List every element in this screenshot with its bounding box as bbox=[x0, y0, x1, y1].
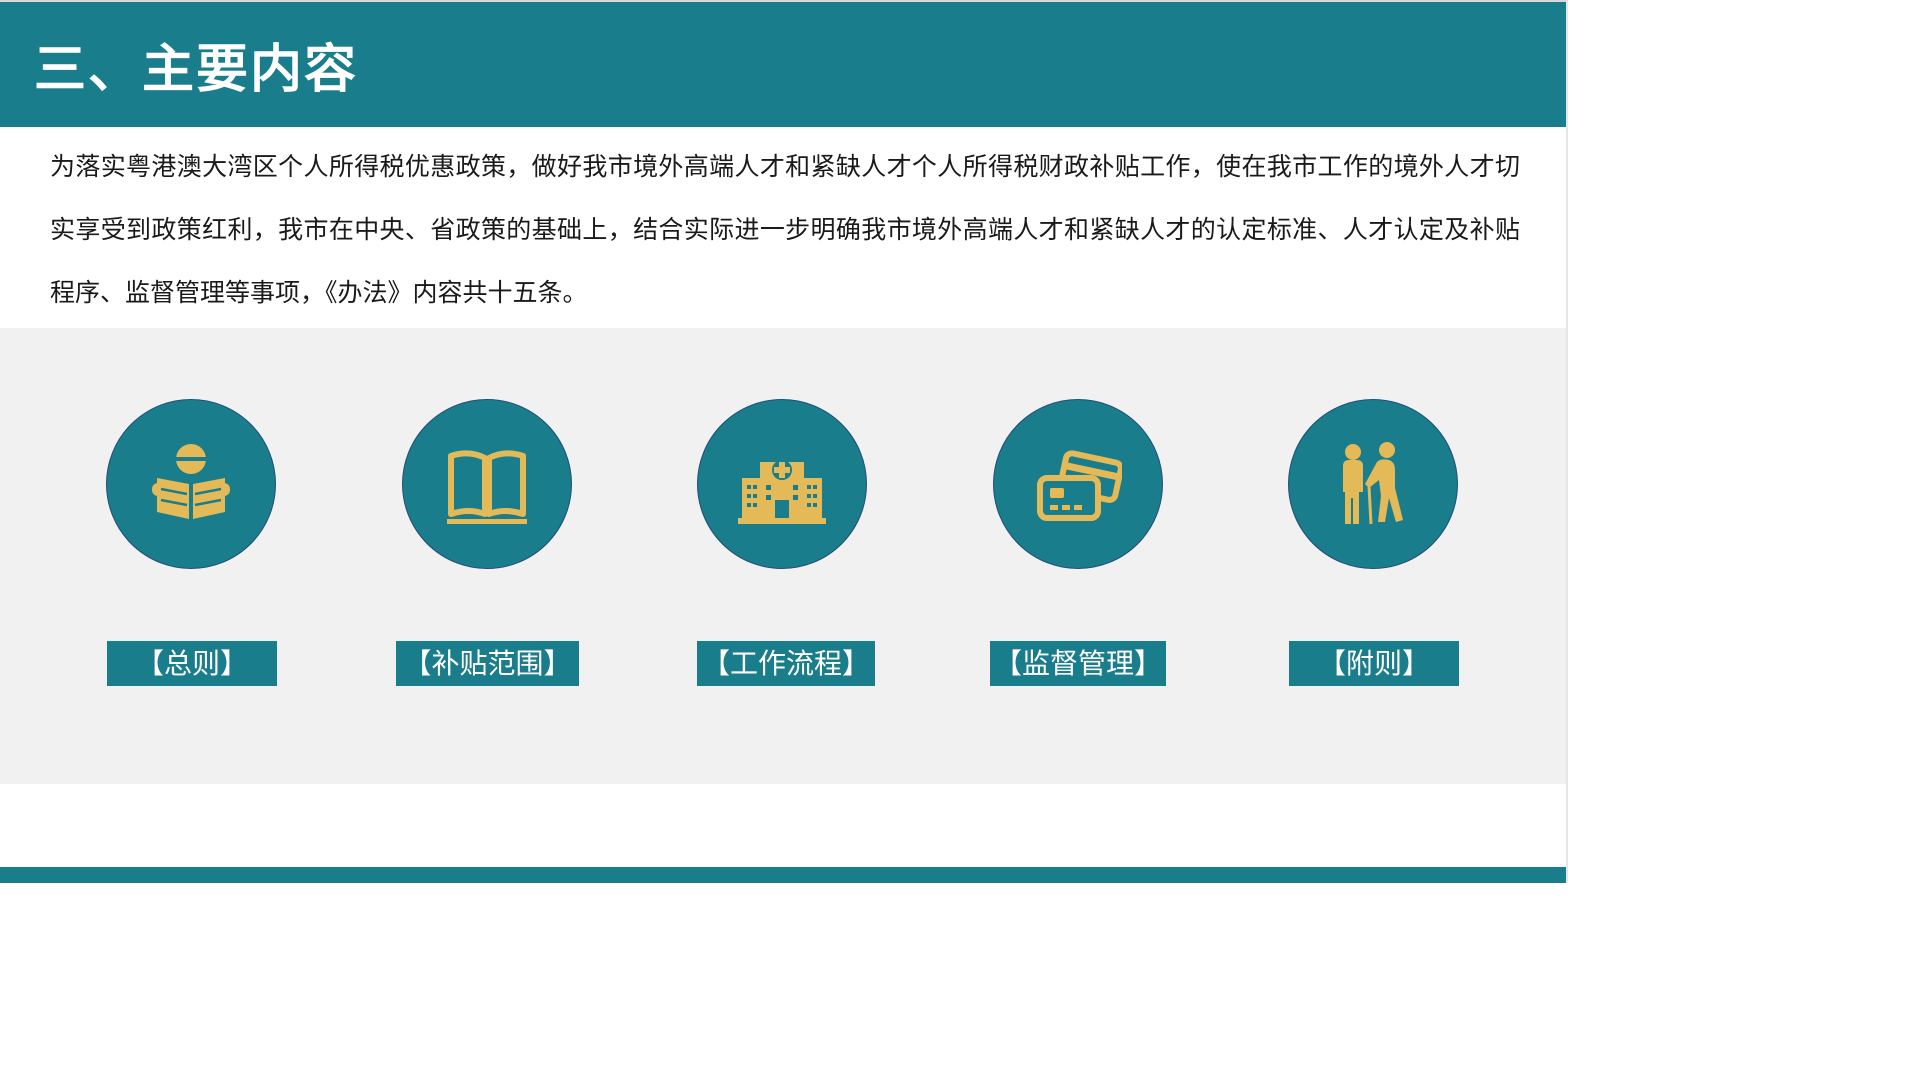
section-icon-circle[interactable] bbox=[402, 399, 572, 569]
reading-person-icon bbox=[152, 444, 230, 519]
intro-paragraph: 为落实粤港澳大湾区个人所得税优惠政策，做好我市境外高端人才和紧缺人才个人所得税财… bbox=[50, 152, 1520, 307]
open-book-icon bbox=[447, 450, 527, 524]
section-icon-circle[interactable] bbox=[106, 399, 276, 569]
section-label[interactable]: 【附则】 bbox=[1289, 641, 1459, 686]
assisting-elderly-icon bbox=[1343, 442, 1403, 525]
section-item-general[interactable]: 【总则】 bbox=[72, 328, 312, 784]
section-label[interactable]: 【总则】 bbox=[107, 641, 277, 686]
sections-panel: 【总则】 【补贴范围】 【工作流程】 【监督管理】 【附则】 bbox=[0, 328, 1568, 784]
section-icon-circle[interactable] bbox=[697, 399, 867, 569]
section-item-workflow[interactable]: 【工作流程】 bbox=[663, 328, 903, 784]
slide-header: 三、主要内容 bbox=[0, 2, 1568, 127]
slide-title: 三、主要内容 bbox=[34, 40, 359, 100]
right-border-line bbox=[1566, 0, 1568, 883]
section-item-supervision[interactable]: 【监督管理】 bbox=[959, 328, 1199, 784]
section-icon-circle[interactable] bbox=[1288, 399, 1458, 569]
section-icon-circle[interactable] bbox=[993, 399, 1163, 569]
cards-icon bbox=[1037, 450, 1122, 521]
section-item-supplementary[interactable]: 【附则】 bbox=[1254, 328, 1494, 784]
footer-bar bbox=[0, 867, 1568, 883]
section-label[interactable]: 【工作流程】 bbox=[697, 641, 875, 686]
section-label[interactable]: 【补贴范围】 bbox=[396, 641, 579, 686]
section-label[interactable]: 【监督管理】 bbox=[990, 641, 1166, 686]
section-item-subsidy-scope[interactable]: 【补贴范围】 bbox=[368, 328, 608, 784]
hospital-building-icon bbox=[738, 460, 826, 524]
